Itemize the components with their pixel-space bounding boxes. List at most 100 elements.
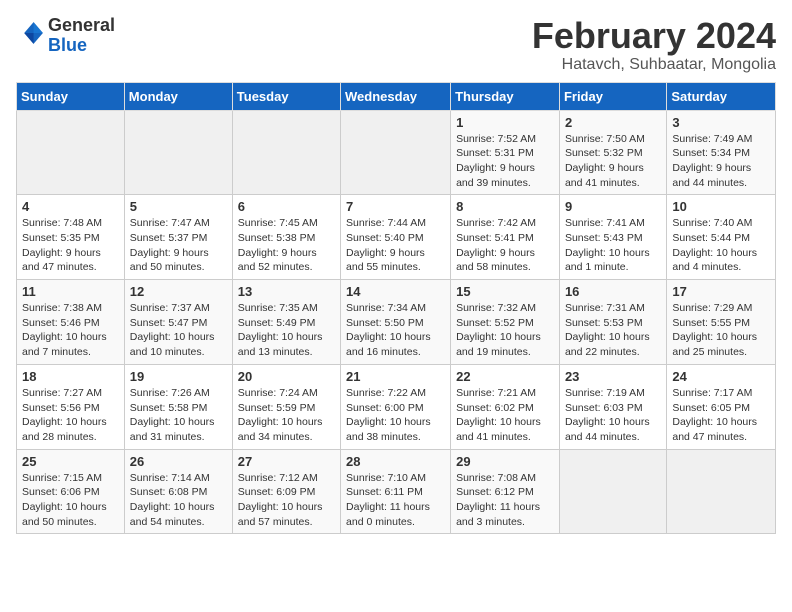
- calendar-cell: 4Sunrise: 7:48 AMSunset: 5:35 PMDaylight…: [17, 195, 125, 280]
- day-info: Sunrise: 7:22 AMSunset: 6:00 PMDaylight:…: [346, 386, 445, 445]
- day-info: Sunrise: 7:47 AMSunset: 5:37 PMDaylight:…: [130, 216, 227, 275]
- day-info: Sunrise: 7:41 AMSunset: 5:43 PMDaylight:…: [565, 216, 661, 275]
- day-info: Sunrise: 7:19 AMSunset: 6:03 PMDaylight:…: [565, 386, 661, 445]
- calendar-cell: 27 Sunrise: 7:12 AMSunset: 6:09 PMDayligh…: [232, 449, 340, 534]
- day-of-week-header: Tuesday: [232, 82, 340, 110]
- calendar-cell: 13 Sunrise: 7:35 AMSunset: 5:49 PMDayligh…: [232, 280, 340, 365]
- day-number: 14: [346, 284, 445, 299]
- calendar-cell: 2 Sunrise: 7:50 AMSunset: 5:32 PMDaylight…: [559, 110, 666, 195]
- calendar-cell: [124, 110, 232, 195]
- day-info: Sunrise: 7:08 AMSunset: 6:12 PMDaylight:…: [456, 471, 554, 530]
- day-number: 10: [672, 199, 770, 214]
- calendar-cell: 17 Sunrise: 7:29 AMSunset: 5:55 PMDayligh…: [667, 280, 776, 365]
- day-info: Sunrise: 7:34 AMSunset: 5:50 PMDaylight:…: [346, 301, 445, 360]
- month-title: February 2024: [532, 16, 776, 56]
- calendar-cell: 7 Sunrise: 7:44 AMSunset: 5:40 PMDaylight…: [341, 195, 451, 280]
- calendar-cell: 3 Sunrise: 7:49 AMSunset: 5:34 PMDaylight…: [667, 110, 776, 195]
- calendar-header: SundayMondayTuesdayWednesdayThursdayFrid…: [17, 82, 776, 110]
- day-number: 24: [672, 369, 770, 384]
- day-number: 26: [130, 454, 227, 469]
- calendar-cell: 6 Sunrise: 7:45 AMSunset: 5:38 PMDaylight…: [232, 195, 340, 280]
- day-info: Sunrise: 7:37 AMSunset: 5:47 PMDaylight:…: [130, 301, 227, 360]
- calendar-cell: 8 Sunrise: 7:42 AMSunset: 5:41 PMDaylight…: [451, 195, 560, 280]
- day-number: 19: [130, 369, 227, 384]
- day-info: Sunrise: 7:45 AMSunset: 5:38 PMDaylight:…: [238, 216, 335, 275]
- calendar-cell: 23 Sunrise: 7:19 AMSunset: 6:03 PMDayligh…: [559, 364, 666, 449]
- day-number: 11: [22, 284, 119, 299]
- day-number: 8: [456, 199, 554, 214]
- day-info: Sunrise: 7:42 AMSunset: 5:41 PMDaylight:…: [456, 216, 554, 275]
- day-number: 5: [130, 199, 227, 214]
- logo-general-text: General: [48, 15, 115, 35]
- calendar-cell: 21 Sunrise: 7:22 AMSunset: 6:00 PMDayligh…: [341, 364, 451, 449]
- day-info: Sunrise: 7:49 AMSunset: 5:34 PMDaylight:…: [672, 132, 770, 191]
- calendar-cell: 14 Sunrise: 7:34 AMSunset: 5:50 PMDayligh…: [341, 280, 451, 365]
- calendar-cell: 26 Sunrise: 7:14 AMSunset: 6:08 PMDayligh…: [124, 449, 232, 534]
- day-info: Sunrise: 7:12 AMSunset: 6:09 PMDaylight:…: [238, 471, 335, 530]
- day-of-week-header: Monday: [124, 82, 232, 110]
- calendar-cell: [232, 110, 340, 195]
- day-info: Sunrise: 7:26 AMSunset: 5:58 PMDaylight:…: [130, 386, 227, 445]
- calendar-cell: [667, 449, 776, 534]
- calendar-cell: 22 Sunrise: 7:21 AMSunset: 6:02 PMDayligh…: [451, 364, 560, 449]
- calendar-cell: 16Sunrise: 7:31 AMSunset: 5:53 PMDayligh…: [559, 280, 666, 365]
- day-info: Sunrise: 7:10 AMSunset: 6:11 PMDaylight:…: [346, 471, 445, 530]
- calendar-cell: 10Sunrise: 7:40 AMSunset: 5:44 PMDayligh…: [667, 195, 776, 280]
- day-info: Sunrise: 7:29 AMSunset: 5:55 PMDaylight:…: [672, 301, 770, 360]
- day-number: 20: [238, 369, 335, 384]
- calendar-cell: 12Sunrise: 7:37 AMSunset: 5:47 PMDayligh…: [124, 280, 232, 365]
- day-number: 3: [672, 115, 770, 130]
- calendar-cell: 20 Sunrise: 7:24 AMSunset: 5:59 PMDayligh…: [232, 364, 340, 449]
- calendar-cell: 24 Sunrise: 7:17 AMSunset: 6:05 PMDayligh…: [667, 364, 776, 449]
- day-info: Sunrise: 7:35 AMSunset: 5:49 PMDaylight:…: [238, 301, 335, 360]
- calendar-cell: [559, 449, 666, 534]
- logo: General Blue: [16, 16, 115, 56]
- day-of-week-header: Saturday: [667, 82, 776, 110]
- day-of-week-header: Friday: [559, 82, 666, 110]
- calendar-cell: 15 Sunrise: 7:32 AMSunset: 5:52 PMDayligh…: [451, 280, 560, 365]
- day-info: Sunrise: 7:15 AMSunset: 6:06 PMDaylight:…: [22, 471, 119, 530]
- day-info: Sunrise: 7:17 AMSunset: 6:05 PMDaylight:…: [672, 386, 770, 445]
- day-number: 4: [22, 199, 119, 214]
- day-info: Sunrise: 7:21 AMSunset: 6:02 PMDaylight:…: [456, 386, 554, 445]
- day-of-week-header: Wednesday: [341, 82, 451, 110]
- calendar-cell: 25 Sunrise: 7:15 AMSunset: 6:06 PMDayligh…: [17, 449, 125, 534]
- day-info: Sunrise: 7:50 AMSunset: 5:32 PMDaylight:…: [565, 132, 661, 191]
- day-number: 18: [22, 369, 119, 384]
- day-number: 9: [565, 199, 661, 214]
- day-info: Sunrise: 7:32 AMSunset: 5:52 PMDaylight:…: [456, 301, 554, 360]
- day-number: 6: [238, 199, 335, 214]
- day-number: 7: [346, 199, 445, 214]
- calendar-cell: [17, 110, 125, 195]
- calendar-cell: 9 Sunrise: 7:41 AMSunset: 5:43 PMDaylight…: [559, 195, 666, 280]
- day-number: 13: [238, 284, 335, 299]
- day-number: 25: [22, 454, 119, 469]
- calendar-cell: 28Sunrise: 7:10 AMSunset: 6:11 PMDayligh…: [341, 449, 451, 534]
- day-of-week-header: Sunday: [17, 82, 125, 110]
- logo-blue-text: Blue: [48, 35, 87, 55]
- calendar-cell: 29 Sunrise: 7:08 AMSunset: 6:12 PMDayligh…: [451, 449, 560, 534]
- day-number: 22: [456, 369, 554, 384]
- calendar-cell: 19 Sunrise: 7:26 AMSunset: 5:58 PMDayligh…: [124, 364, 232, 449]
- calendar-cell: 18 Sunrise: 7:27 AMSunset: 5:56 PMDayligh…: [17, 364, 125, 449]
- day-info: Sunrise: 7:24 AMSunset: 5:59 PMDaylight:…: [238, 386, 335, 445]
- page-header: General Blue February 2024 Hatavch, Suhb…: [16, 16, 776, 74]
- calendar-cell: 1 Sunrise: 7:52 AMSunset: 5:31 PMDaylight…: [451, 110, 560, 195]
- day-number: 2: [565, 115, 661, 130]
- day-number: 15: [456, 284, 554, 299]
- day-number: 21: [346, 369, 445, 384]
- day-number: 1: [456, 115, 554, 130]
- logo-icon: [18, 19, 46, 47]
- day-info: Sunrise: 7:44 AMSunset: 5:40 PMDaylight:…: [346, 216, 445, 275]
- location-subtitle: Hatavch, Suhbaatar, Mongolia: [532, 56, 776, 74]
- day-number: 23: [565, 369, 661, 384]
- day-info: Sunrise: 7:14 AMSunset: 6:08 PMDaylight:…: [130, 471, 227, 530]
- day-info: Sunrise: 7:27 AMSunset: 5:56 PMDaylight:…: [22, 386, 119, 445]
- day-number: 16: [565, 284, 661, 299]
- day-number: 29: [456, 454, 554, 469]
- calendar-table: SundayMondayTuesdayWednesdayThursdayFrid…: [16, 82, 776, 535]
- day-number: 17: [672, 284, 770, 299]
- day-info: Sunrise: 7:52 AMSunset: 5:31 PMDaylight:…: [456, 132, 554, 191]
- day-number: 27: [238, 454, 335, 469]
- calendar-cell: 11Sunrise: 7:38 AMSunset: 5:46 PMDayligh…: [17, 280, 125, 365]
